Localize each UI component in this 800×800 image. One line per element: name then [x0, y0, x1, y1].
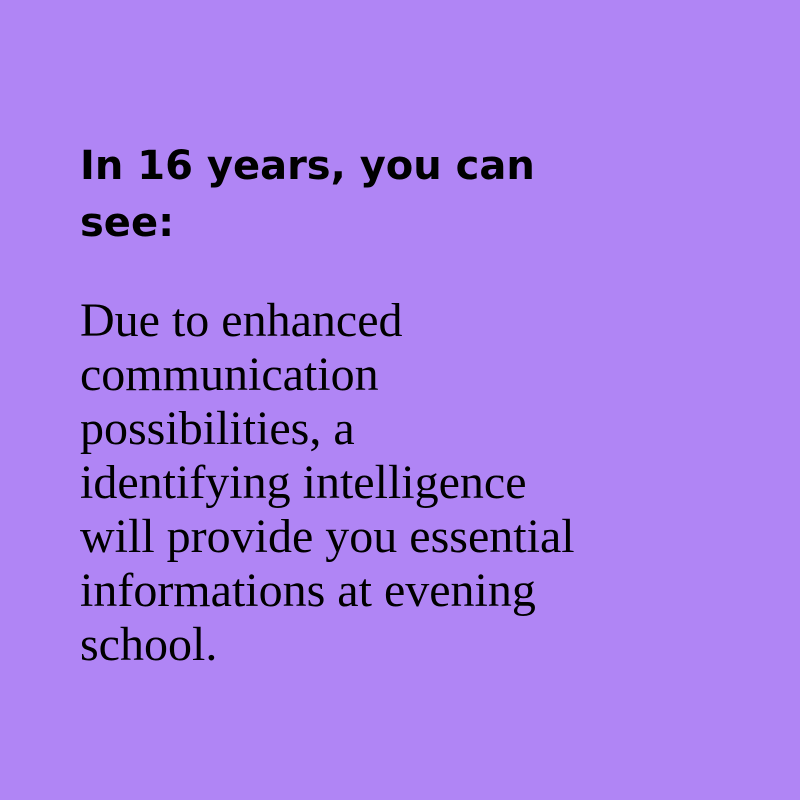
body-line: informations at evening — [80, 564, 536, 617]
card-body: Due to enhanced communication possibilit… — [80, 294, 680, 672]
heading-line: In 16 years, you can — [80, 143, 535, 189]
body-line: identifying intelligence — [80, 456, 527, 509]
body-line: school. — [80, 618, 218, 671]
body-line: communication — [80, 348, 379, 401]
card-heading: In 16 years, you can see: — [80, 138, 680, 252]
body-line: will provide you essential — [80, 510, 575, 563]
body-line: Due to enhanced — [80, 294, 403, 347]
body-line: possibilities, a — [80, 402, 355, 455]
prediction-card: In 16 years, you can see: Due to enhance… — [0, 0, 800, 800]
heading-line: see: — [80, 200, 175, 246]
